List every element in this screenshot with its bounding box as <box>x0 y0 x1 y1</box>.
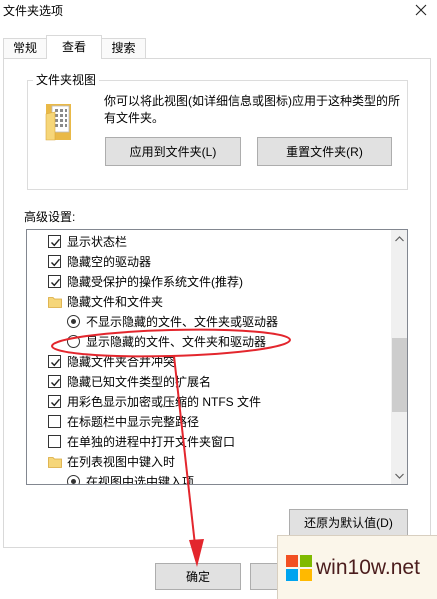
checkbox[interactable] <box>48 355 61 368</box>
list-item: 在列表视图中键入时 <box>27 452 391 472</box>
checkbox[interactable] <box>48 435 61 448</box>
list-item[interactable]: 显示隐藏的文件、文件夹和驱动器 <box>27 332 391 352</box>
checkbox[interactable] <box>48 375 61 388</box>
chevron-up-icon[interactable] <box>391 230 407 247</box>
list-item-label: 隐藏文件夹合并冲突 <box>67 355 176 369</box>
list-item[interactable]: 隐藏空的驱动器 <box>27 252 391 272</box>
list-item[interactable]: 隐藏文件夹合并冲突 <box>27 352 391 372</box>
checkbox[interactable] <box>48 415 61 428</box>
window-title: 文件夹选项 <box>3 4 64 18</box>
checkbox[interactable] <box>48 255 61 268</box>
checkbox[interactable] <box>48 235 61 248</box>
list-item-label: 不显示隐藏的文件、文件夹或驱动器 <box>86 315 279 329</box>
list-item[interactable]: 在视图中选中键入项 <box>27 472 391 485</box>
apply-to-folders-button[interactable]: 应用到文件夹(L) <box>105 137 241 166</box>
watermark-text: win10w.net <box>316 556 420 579</box>
list-item[interactable]: 显示状态栏 <box>27 232 391 252</box>
list-item[interactable]: 用彩色显示加密或压缩的 NTFS 文件 <box>27 392 391 412</box>
list-item-label: 在单独的进程中打开文件夹窗口 <box>67 435 236 449</box>
list-item-label: 显示隐藏的文件、文件夹和驱动器 <box>86 335 267 349</box>
advanced-settings-label: 高级设置: <box>24 210 76 224</box>
list-item[interactable]: 不显示隐藏的文件、文件夹或驱动器 <box>27 312 391 332</box>
list-item[interactable]: 在标题栏中显示完整路径 <box>27 412 391 432</box>
folder-views-description: 你可以将此视图(如详细信息或图标)应用于这种类型的所有文件夹。 <box>104 94 400 125</box>
list-item-label: 在列表视图中键入时 <box>67 455 176 469</box>
list-item-label: 在标题栏中显示完整路径 <box>67 415 200 429</box>
radio-button[interactable] <box>67 475 80 484</box>
close-icon[interactable] <box>414 3 428 17</box>
scrollbar[interactable] <box>391 230 407 484</box>
folder-views-label: 文件夹视图 <box>33 72 100 88</box>
folder-view-icon <box>45 102 73 142</box>
list-item[interactable]: 隐藏受保护的操作系统文件(推荐) <box>27 272 391 292</box>
scrollbar-thumb[interactable] <box>392 338 407 412</box>
folder-icon <box>48 456 62 468</box>
windows-logo-icon <box>286 555 312 581</box>
advanced-settings-list[interactable]: 显示状态栏 隐藏空的驱动器 隐藏受保护的操作系统文件(推荐) 隐藏文件和文件夹 … <box>26 229 408 485</box>
list-item-label: 隐藏空的驱动器 <box>67 255 152 269</box>
ok-button[interactable]: 确定 <box>155 563 241 590</box>
list-item[interactable]: 隐藏已知文件类型的扩展名 <box>27 372 391 392</box>
list-item-label: 显示状态栏 <box>67 235 128 249</box>
radio-button[interactable] <box>67 335 80 348</box>
list-item-label: 隐藏已知文件类型的扩展名 <box>67 375 212 389</box>
tab-view[interactable]: 查看 <box>46 35 102 59</box>
list-item-label: 在视图中选中键入项 <box>86 475 195 485</box>
folder-icon <box>48 296 62 308</box>
list-item: 隐藏文件和文件夹 <box>27 292 391 312</box>
radio-button[interactable] <box>67 315 80 328</box>
list-item-label: 用彩色显示加密或压缩的 NTFS 文件 <box>67 395 261 409</box>
chevron-down-icon[interactable] <box>391 467 407 484</box>
restore-defaults-button[interactable]: 还原为默认值(D) <box>289 509 408 536</box>
list-item-label: 隐藏文件和文件夹 <box>67 295 164 309</box>
tab-general[interactable]: 常规 <box>3 38 47 58</box>
watermark: win10w.net <box>277 535 437 599</box>
reset-folders-button[interactable]: 重置文件夹(R) <box>257 137 392 166</box>
list-item-label: 隐藏受保护的操作系统文件(推荐) <box>67 275 243 289</box>
checkbox[interactable] <box>48 275 61 288</box>
tab-search[interactable]: 搜索 <box>101 38 146 58</box>
list-item[interactable]: 在单独的进程中打开文件夹窗口 <box>27 432 391 452</box>
checkbox[interactable] <box>48 395 61 408</box>
